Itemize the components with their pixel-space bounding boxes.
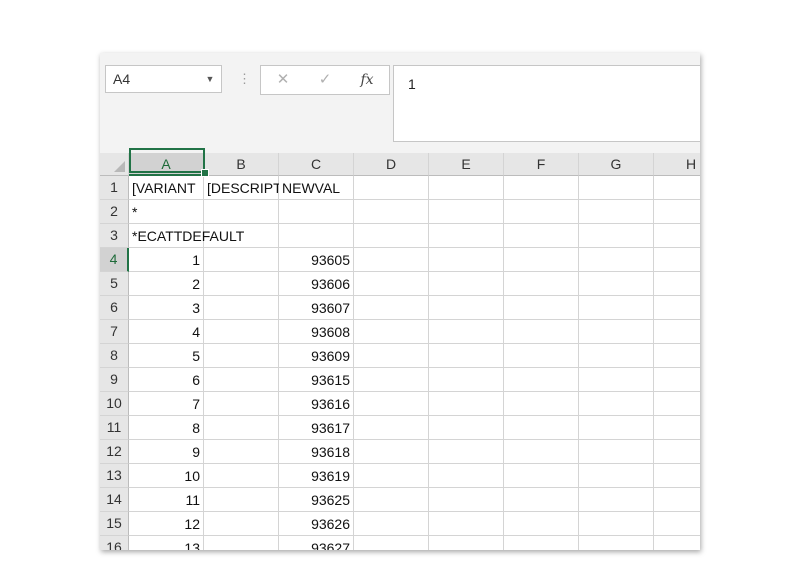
row-header-7[interactable]: 7 xyxy=(100,320,129,344)
drag-handle-icon[interactable]: ⋮ xyxy=(238,70,251,88)
column-header-a[interactable]: A xyxy=(129,153,204,176)
formula-input[interactable]: 1 xyxy=(393,65,700,142)
select-all-icon xyxy=(114,161,125,172)
column-header-h[interactable]: H xyxy=(654,153,700,176)
row-header-14[interactable]: 14 xyxy=(100,488,129,512)
cell-a15[interactable]: 12 xyxy=(129,512,204,536)
row-header-16[interactable]: 16 xyxy=(100,536,129,550)
cell-c8[interactable]: 93609 xyxy=(279,344,354,368)
fill-handle[interactable] xyxy=(201,169,209,177)
insert-function-icon[interactable]: fx xyxy=(353,70,381,90)
row-header-13[interactable]: 13 xyxy=(100,464,129,488)
row-header-12[interactable]: 12 xyxy=(100,440,129,464)
cell-a11[interactable]: 8 xyxy=(129,416,204,440)
cell-c1[interactable]: NEWVAL xyxy=(279,176,354,200)
spreadsheet-window: A4 ▼ ⋮ ✕ ✓ fx 1 ABCDEFGH 1 2 3 4 5 6 7 8 9 10 11 12… xyxy=(100,53,700,550)
row-header-15[interactable]: 15 xyxy=(100,512,129,536)
cell-a3[interactable]: *ECATTDEFAULT xyxy=(129,224,244,248)
row-header-11[interactable]: 11 xyxy=(100,416,129,440)
column-header-d[interactable]: D xyxy=(354,153,429,176)
cell-c15[interactable]: 93626 xyxy=(279,512,354,536)
row-header-8[interactable]: 8 xyxy=(100,344,129,368)
cell-a7[interactable]: 4 xyxy=(129,320,204,344)
row-header-1[interactable]: 1 xyxy=(100,176,129,200)
cell-b1[interactable]: [DESCRIPT xyxy=(204,176,279,200)
cell-a14[interactable]: 11 xyxy=(129,488,204,512)
cell-a10[interactable]: 7 xyxy=(129,392,204,416)
select-all-button[interactable] xyxy=(100,153,129,176)
row-header-5[interactable]: 5 xyxy=(100,272,129,296)
cell-a8[interactable]: 5 xyxy=(129,344,204,368)
enter-icon[interactable]: ✓ xyxy=(311,70,339,90)
column-header-f[interactable]: F xyxy=(504,153,579,176)
cell-a6[interactable]: 3 xyxy=(129,296,204,320)
row-header-9[interactable]: 9 xyxy=(100,368,129,392)
cell-c6[interactable]: 93607 xyxy=(279,296,354,320)
cell-c4[interactable]: 93605 xyxy=(279,248,354,272)
cell-a9[interactable]: 6 xyxy=(129,368,204,392)
column-header-b[interactable]: B xyxy=(204,153,279,176)
cell-c5[interactable]: 93606 xyxy=(279,272,354,296)
cell-c9[interactable]: 93615 xyxy=(279,368,354,392)
name-box[interactable]: A4 ▼ xyxy=(105,65,222,93)
row-header-2[interactable]: 2 xyxy=(100,200,129,224)
cell-a16[interactable]: 13 xyxy=(129,536,204,550)
row-header-10[interactable]: 10 xyxy=(100,392,129,416)
cell-a1[interactable]: [VARIANT xyxy=(129,176,204,200)
worksheet-grid: ABCDEFGH 1 2 3 4 5 6 7 8 9 10 11 12 13 14 15 16 [VARIAN… xyxy=(100,153,700,550)
cell-c16[interactable]: 93627 xyxy=(279,536,354,550)
column-header-g[interactable]: G xyxy=(579,153,654,176)
row-header-6[interactable]: 6 xyxy=(100,296,129,320)
cell-area[interactable]: [VARIANT [DESCRIPT NEWVAL * *ECATTDEFAULT 1 93… xyxy=(129,176,700,550)
column-header-e[interactable]: E xyxy=(429,153,504,176)
cell-a4[interactable]: 1 xyxy=(129,248,204,272)
cell-a13[interactable]: 10 xyxy=(129,464,204,488)
cell-c11[interactable]: 93617 xyxy=(279,416,354,440)
cancel-icon[interactable]: ✕ xyxy=(269,70,297,90)
formula-buttons: ✕ ✓ fx xyxy=(260,65,390,95)
cell-a2[interactable]: * xyxy=(129,200,204,224)
cell-a12[interactable]: 9 xyxy=(129,440,204,464)
row-header-4[interactable]: 4 xyxy=(100,248,129,272)
row-header-3[interactable]: 3 xyxy=(100,224,129,248)
cell-c14[interactable]: 93625 xyxy=(279,488,354,512)
chevron-down-icon[interactable]: ▼ xyxy=(199,74,221,84)
cell-c13[interactable]: 93619 xyxy=(279,464,354,488)
name-box-value[interactable]: A4 xyxy=(106,71,199,87)
cell-a5[interactable]: 2 xyxy=(129,272,204,296)
cell-c10[interactable]: 93616 xyxy=(279,392,354,416)
column-header-c[interactable]: C xyxy=(279,153,354,176)
cell-c7[interactable]: 93608 xyxy=(279,320,354,344)
cell-c12[interactable]: 93618 xyxy=(279,440,354,464)
